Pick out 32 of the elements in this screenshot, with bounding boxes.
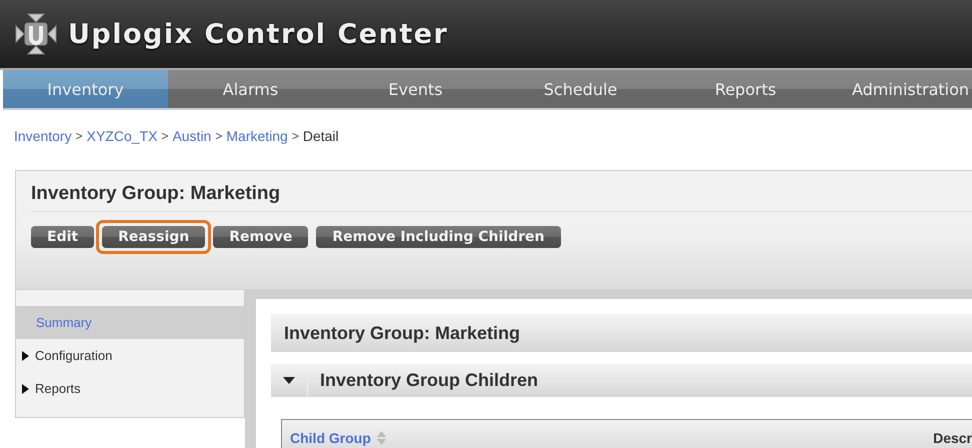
breadcrumb-separator: > <box>76 129 83 143</box>
action-button[interactable]: Remove Including Children <box>316 226 561 248</box>
nav-tab[interactable]: Events <box>333 70 498 108</box>
collapse-arrow-icon[interactable] <box>283 377 295 384</box>
action-button[interactable]: Edit <box>31 226 94 248</box>
breadcrumb-link[interactable]: Inventory <box>14 128 72 144</box>
breadcrumb-link[interactable]: Marketing <box>226 128 288 144</box>
nav-tab[interactable]: Administration <box>828 70 972 108</box>
expand-arrow-icon <box>22 350 29 360</box>
breadcrumb-link[interactable]: XYZCo_TX <box>86 128 158 144</box>
action-button[interactable]: Remove <box>213 226 308 248</box>
app-title: Uplogix Control Center <box>68 18 448 50</box>
page-title: Inventory Group: Marketing <box>31 183 972 212</box>
breadcrumb-link[interactable]: Austin <box>172 128 212 144</box>
action-button[interactable]: Reassign <box>102 226 206 248</box>
column-header[interactable]: Descr <box>933 430 972 446</box>
nav-tab[interactable]: Schedule <box>498 70 663 108</box>
sidebar-label: Configuration <box>35 348 112 363</box>
nav-tab[interactable]: Alarms <box>168 70 333 108</box>
logo-icon <box>14 12 58 56</box>
nav-tab[interactable]: Reports <box>663 70 828 108</box>
breadcrumb-separator: > <box>292 129 299 143</box>
column-header[interactable]: Child Group <box>290 430 371 446</box>
sidebar-label: Reports <box>35 381 81 396</box>
sidebar-item[interactable]: Summary <box>16 306 244 339</box>
breadcrumb-current: Detail <box>302 128 339 144</box>
breadcrumb-separator: > <box>215 129 222 143</box>
breadcrumb-separator: > <box>161 129 168 143</box>
expand-arrow-icon <box>22 384 29 394</box>
nav-tab[interactable]: Inventory <box>3 70 168 108</box>
section-title: Inventory Group Children <box>320 370 538 391</box>
content-title: Inventory Group: Marketing <box>271 314 972 352</box>
